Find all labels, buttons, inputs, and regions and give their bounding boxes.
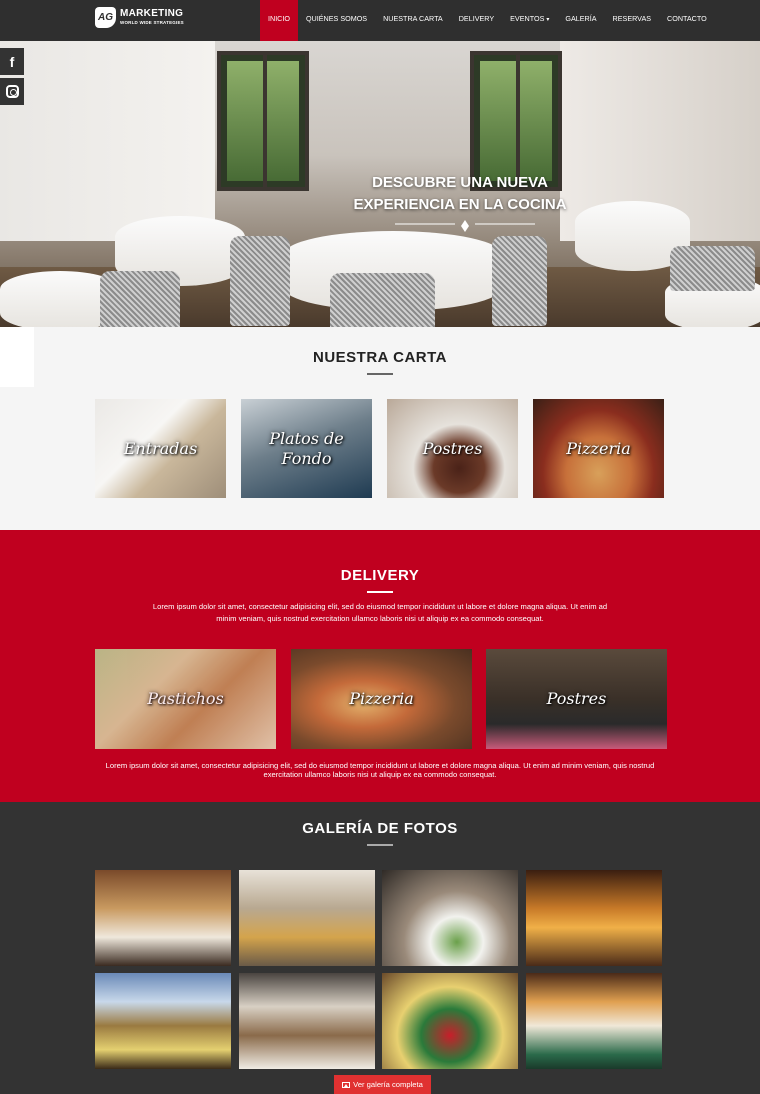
delivery-card-label: Postres	[546, 689, 607, 708]
carta-section: NUESTRA CARTA Entradas Platos de Fondo P…	[0, 327, 760, 530]
gallery-photo[interactable]	[382, 973, 518, 1069]
logo-title: MARKETING	[120, 8, 184, 20]
gallery-photo[interactable]	[95, 973, 231, 1069]
instagram-icon	[5, 85, 19, 98]
gallery-photo[interactable]	[382, 870, 518, 966]
delivery-card-label: Pastichos	[147, 689, 224, 708]
delivery-section: DELIVERY Lorem ipsum dolor sit amet, con…	[0, 530, 760, 802]
delivery-card-pizzeria[interactable]: Pizzeria	[291, 649, 472, 749]
delivery-card-label: Pizzeria	[349, 689, 414, 708]
hero-title-line2: EXPERIENCIA EN LA COCINA	[353, 196, 567, 213]
delivery-outro-text: Lorem ipsum dolor sit amet, consectetur …	[105, 761, 655, 779]
carta-card-platos-de-fondo[interactable]: Platos de Fondo	[241, 399, 372, 498]
facebook-button[interactable]: f	[0, 48, 24, 75]
delivery-title-divider	[367, 591, 393, 593]
gallery-photo[interactable]	[526, 870, 662, 966]
delivery-intro-text: Lorem ipsum dolor sit amet, consectetur …	[152, 602, 608, 623]
brand-logo[interactable]: AG MARKETING WORLD WIDE STRATEGIES	[95, 7, 184, 28]
carta-card-pizzeria[interactable]: Pizzeria	[533, 399, 664, 498]
main-nav: INICIO QUIÉNES SOMOS NUESTRA CARTA DELIV…	[260, 0, 715, 41]
gallery-photo[interactable]	[95, 870, 231, 966]
carta-card-label: Pizzeria	[566, 438, 631, 458]
logo-badge-icon: AG	[95, 7, 116, 28]
delivery-card-postres[interactable]: Postres	[486, 649, 667, 749]
hero-title-line1: DESCUBRE UNA NUEVA	[372, 174, 548, 191]
ver-galeria-button[interactable]: Ver galería completa	[334, 1075, 431, 1094]
galeria-title: GALERÍA DE FOTOS	[302, 820, 458, 837]
hero-banner: DESCUBRE UNA NUEVA EXPERIENCIA EN LA COC…	[0, 41, 760, 327]
carta-card-label: Postres	[422, 438, 483, 458]
nav-item-nuestra-carta[interactable]: NUESTRA CARTA	[375, 0, 451, 41]
social-bar: f	[0, 48, 24, 108]
chevron-down-icon: ▾	[546, 17, 550, 23]
nav-item-galeria[interactable]: GALERÍA	[557, 0, 604, 41]
hero-title: DESCUBRE UNA NUEVA EXPERIENCIA EN LA COC…	[330, 172, 590, 216]
carta-card-label: Platos de Fondo	[269, 428, 344, 468]
nav-item-inicio[interactable]: INICIO	[260, 0, 298, 41]
logo-subtitle: WORLD WIDE STRATEGIES	[120, 20, 184, 26]
nav-item-delivery[interactable]: DELIVERY	[451, 0, 502, 41]
ver-galeria-label: Ver galería completa	[353, 1080, 423, 1089]
nav-item-reservas[interactable]: RESERVAS	[605, 0, 659, 41]
nav-item-contacto[interactable]: CONTACTO	[659, 0, 715, 41]
nav-item-eventos-label: EVENTOS	[510, 14, 545, 23]
ornament-icon	[395, 220, 535, 232]
delivery-card-pastichos[interactable]: Pastichos	[95, 649, 276, 749]
carta-card-entradas[interactable]: Entradas	[95, 399, 226, 498]
delivery-title: DELIVERY	[340, 567, 420, 584]
instagram-button[interactable]	[0, 78, 24, 105]
nav-item-quienes-somos[interactable]: QUIÉNES SOMOS	[298, 0, 375, 41]
navbar: AG MARKETING WORLD WIDE STRATEGIES INICI…	[0, 0, 760, 41]
galeria-title-divider	[367, 844, 393, 846]
carta-card-postres[interactable]: Postres	[387, 399, 518, 498]
gallery-photo[interactable]	[239, 870, 375, 966]
facebook-icon: f	[9, 53, 15, 70]
gallery-photo[interactable]	[239, 973, 375, 1069]
nav-item-eventos[interactable]: EVENTOS ▾	[502, 0, 557, 41]
carta-title-divider	[367, 373, 393, 375]
gallery-photo[interactable]	[526, 973, 662, 1069]
carta-card-label: Entradas	[123, 438, 198, 458]
logo-text: MARKETING WORLD WIDE STRATEGIES	[120, 9, 184, 26]
carta-title: NUESTRA CARTA	[313, 349, 447, 366]
image-icon	[342, 1081, 351, 1088]
galeria-section: GALERÍA DE FOTOS Ver galería completa	[0, 802, 760, 1094]
